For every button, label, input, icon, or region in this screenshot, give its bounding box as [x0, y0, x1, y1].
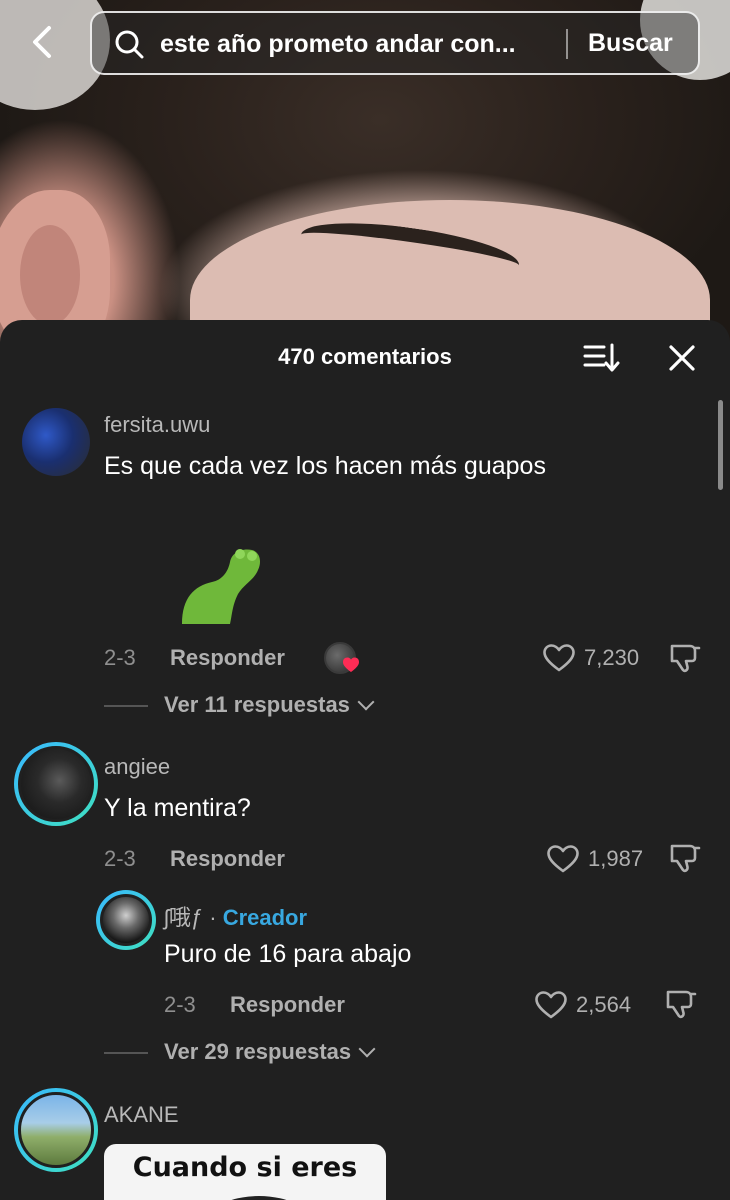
view-replies-label: Ver 29 respuestas: [164, 1039, 352, 1064]
separator-dot: ·: [209, 905, 217, 930]
comments-sheet: 470 comentarios fersita.uwu Es que cada …: [0, 320, 730, 1200]
reply-text: Puro de 16 para abajo: [164, 940, 412, 968]
meme-figure: [204, 1196, 314, 1200]
chevron-down-icon: [358, 1040, 376, 1058]
search-button[interactable]: Buscar: [588, 29, 673, 58]
back-button[interactable]: [24, 22, 64, 62]
like-count: 7,230: [584, 645, 640, 670]
search-icon: [115, 30, 144, 59]
view-replies-label: Ver 11 respuestas: [164, 692, 350, 717]
reply-username[interactable]: ʃ哦ƒ: [164, 905, 203, 930]
comments-header: 470 comentarios: [0, 320, 730, 396]
reply-button[interactable]: Responder: [170, 846, 285, 872]
close-icon[interactable]: [664, 340, 700, 376]
thumbs-down-icon[interactable]: [668, 842, 702, 874]
reply-username-line: ʃ哦ƒ · Creador: [164, 900, 307, 932]
heart-icon[interactable]: [546, 844, 580, 874]
creator-badge: Creador: [222, 905, 308, 930]
search-field[interactable]: este año prometo andar con... Buscar: [90, 11, 700, 75]
sort-icon[interactable]: [580, 340, 620, 376]
comment-username[interactable]: angiee: [104, 754, 170, 780]
comment-text: Y la mentira?: [104, 794, 251, 822]
meme-image[interactable]: Cuando si eres: [104, 1144, 386, 1200]
search-input[interactable]: este año prometo andar con...: [160, 30, 560, 59]
comment-date: 2-3: [104, 645, 136, 670]
comment-date: 2-3: [104, 846, 136, 871]
reply-date: 2-3: [164, 992, 196, 1017]
view-replies-button[interactable]: Ver 11 respuestas: [164, 692, 375, 718]
view-replies-button[interactable]: Ver 29 respuestas: [164, 1039, 376, 1065]
replies-divider: [104, 1052, 148, 1054]
comment-username[interactable]: fersita.uwu: [104, 412, 210, 438]
search-divider: [566, 29, 568, 59]
ear-inner-shape: [20, 225, 80, 325]
heart-badge-icon: [343, 657, 359, 672]
avatar[interactable]: [22, 408, 90, 476]
heart-icon[interactable]: [542, 643, 576, 673]
reply-button[interactable]: Responder: [230, 992, 345, 1018]
avatar[interactable]: [14, 742, 98, 826]
chevron-left-icon: [33, 26, 51, 58]
like-count: 2,564: [576, 992, 632, 1017]
thumbs-down-icon[interactable]: [668, 642, 702, 674]
reply-avatar[interactable]: [96, 890, 156, 950]
avatar[interactable]: [14, 1088, 98, 1172]
comment-username[interactable]: AKANE: [104, 1102, 179, 1128]
kermit-sticker-image: [182, 549, 260, 624]
comment-text: Es que cada vez los hacen más guapos: [104, 452, 546, 480]
like-count: 1,987: [588, 846, 644, 871]
replies-divider: [104, 705, 148, 707]
top-search-bar: este año prometo andar con... Buscar: [0, 0, 730, 86]
reply-button[interactable]: Responder: [170, 645, 285, 671]
chevron-down-icon: [357, 693, 375, 711]
thumbs-down-icon[interactable]: [664, 988, 698, 1020]
scrollbar[interactable]: [718, 400, 723, 490]
meme-caption: Cuando si eres: [132, 1152, 358, 1183]
heart-icon[interactable]: [534, 990, 568, 1020]
comments-count-title: 470 comentarios: [278, 344, 452, 369]
